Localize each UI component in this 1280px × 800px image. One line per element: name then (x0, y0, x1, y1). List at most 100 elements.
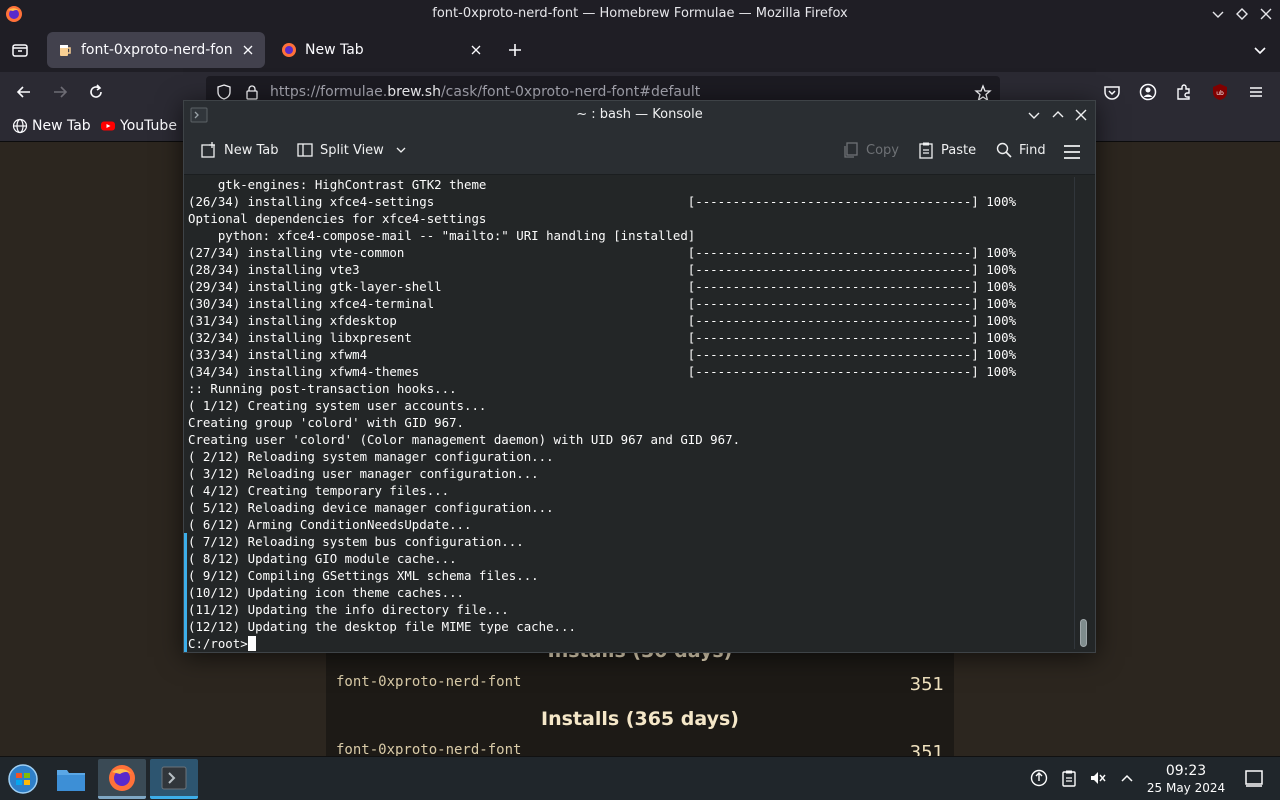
lock-icon[interactable] (244, 84, 260, 100)
extensions-puzzle-icon[interactable] (1174, 82, 1194, 102)
bookmark-new-tab[interactable]: New Tab (12, 118, 91, 134)
tracking-shield-icon[interactable] (216, 84, 232, 100)
terminal-line: ( 7/12) Reloading system bus configurati… (188, 534, 524, 549)
terminal-line: (26/34) installing xfce4-settings [-----… (188, 194, 1017, 209)
clock-date[interactable]: 25 May 2024 (1140, 781, 1232, 795)
folder-icon (55, 764, 87, 794)
terminal-line: (34/34) installing xfwm4-themes [-------… (188, 364, 1017, 379)
find-label: Find (1019, 142, 1046, 158)
terminal-line: ( 5/12) Reloading device manager configu… (188, 500, 554, 515)
copy-button[interactable]: Copy (842, 141, 899, 159)
account-icon[interactable] (1138, 82, 1158, 102)
volume-muted-icon[interactable] (1089, 769, 1107, 787)
paste-icon (917, 141, 935, 159)
scrollbar-thumb[interactable] (1080, 619, 1087, 647)
konsole-window[interactable]: ~ : bash — Konsole New Tab Split View Co… (183, 100, 1096, 653)
prompt-text: C:/root> (188, 636, 248, 651)
taskbar-konsole[interactable] (150, 759, 198, 799)
tab-homebrew[interactable]: font-0xproto-nerd-font — Homebrew Formul… (47, 32, 265, 68)
text-cursor (247, 636, 256, 651)
tab-label: New Tab (305, 42, 364, 58)
paste-label: Paste (941, 142, 977, 158)
window-title: font-0xproto-nerd-font — Homebrew Formul… (432, 6, 848, 21)
back-arrow-icon[interactable] (14, 82, 34, 102)
reload-icon[interactable] (86, 82, 106, 102)
minimize-icon[interactable] (1026, 107, 1042, 123)
taskbar-file-manager[interactable] (48, 759, 94, 799)
firefox-titlebar: font-0xproto-nerd-font — Homebrew Formul… (0, 0, 1280, 28)
taskbar: 09:23 25 May 2024 (0, 756, 1280, 800)
split-view-icon (296, 141, 314, 159)
clock-time[interactable]: 09:23 (1146, 763, 1226, 779)
copy-icon (842, 141, 860, 159)
terminal-line: ( 4/12) Creating temporary files... (188, 483, 450, 498)
url-text[interactable]: https://formulae.brew.sh/cask/font-0xpro… (270, 84, 700, 100)
new-tab-plus-icon[interactable] (505, 40, 525, 60)
bookmark-youtube[interactable]: YouTube (100, 118, 177, 134)
copy-label: Copy (866, 142, 899, 158)
konsole-titlebar[interactable]: ~ : bash — Konsole (184, 101, 1095, 129)
terminal-output: gtk-engines: HighContrast GTK2 theme (26/… (188, 176, 1016, 652)
firefox-icon (281, 42, 297, 58)
terminal-line: ( 1/12) Creating system user accounts... (188, 398, 487, 413)
close-window-icon[interactable] (1073, 107, 1089, 123)
update-notifier-icon[interactable] (1030, 769, 1048, 787)
terminal-line: python: xfce4-compose-mail -- "mailto:" … (188, 228, 696, 243)
new-tab-icon (200, 141, 218, 159)
minimize-icon[interactable] (1210, 6, 1226, 22)
installs-30-row: font-0xproto-nerd-font 351 (336, 674, 944, 696)
taskbar-firefox[interactable] (98, 759, 146, 799)
formula-link[interactable]: font-0xproto-nerd-font (336, 674, 521, 690)
maximize-icon[interactable] (1234, 6, 1250, 22)
close-window-icon[interactable] (1258, 6, 1274, 22)
globe-icon (12, 118, 28, 134)
new-tab-button[interactable]: New Tab (200, 141, 279, 159)
selection-marker (184, 533, 187, 652)
tab-strip: font-0xproto-nerd-font — Homebrew Formul… (0, 28, 1280, 72)
bookmark-label: YouTube (120, 118, 177, 134)
terminal-area[interactable]: gtk-engines: HighContrast GTK2 theme (26/… (184, 175, 1095, 652)
url-suffix: /cask/font-0xproto-nerd-font#default (440, 84, 701, 100)
search-icon (995, 141, 1013, 159)
terminal-line: Creating user 'colord' (Color management… (188, 432, 741, 447)
terminal-line: Optional dependencies for xfce4-settings (188, 211, 487, 226)
terminal-line: (10/12) Updating icon theme caches... (188, 585, 465, 600)
close-tab-icon[interactable] (241, 43, 255, 57)
ublock-origin-icon[interactable]: ub (1210, 82, 1230, 102)
terminal-line: (11/12) Updating the info directory file… (188, 602, 509, 617)
new-tab-label: New Tab (224, 142, 279, 158)
clipboard-icon[interactable] (1060, 769, 1078, 787)
terminal-line: (30/34) installing xfce4-terminal [-----… (188, 296, 1017, 311)
split-view-button[interactable]: Split View (296, 141, 408, 159)
install-count: 351 (909, 674, 944, 695)
start-menu-button[interactable] (0, 759, 46, 799)
close-tab-icon[interactable] (469, 43, 483, 57)
bookmark-label: New Tab (32, 118, 91, 134)
konsole-title: ~ : bash — Konsole (576, 107, 703, 122)
terminal-line: ( 6/12) Arming ConditionNeedsUpdate... (188, 517, 472, 532)
hamburger-menu-icon[interactable] (1246, 82, 1266, 102)
maximize-icon[interactable] (1050, 107, 1066, 123)
chevron-down-icon[interactable] (394, 143, 408, 157)
forward-arrow-icon[interactable] (50, 82, 70, 102)
pocket-icon[interactable] (1102, 82, 1122, 102)
tab-new-tab[interactable]: New Tab (271, 32, 493, 68)
terminal-line: ( 3/12) Reloading user manager configura… (188, 466, 539, 481)
terminal-line: ( 9/12) Compiling GSettings XML schema f… (188, 568, 539, 583)
firefox-view-icon[interactable] (10, 40, 30, 60)
installs-365-heading: Installs (365 days) (541, 708, 739, 730)
url-domain: brew.sh (387, 84, 441, 100)
paste-button[interactable]: Paste (917, 141, 976, 159)
start-orb-icon (7, 763, 39, 795)
terminal-line: gtk-engines: HighContrast GTK2 theme (188, 177, 487, 192)
scrollbar-track[interactable] (1074, 177, 1075, 649)
find-button[interactable]: Find (995, 141, 1046, 159)
terminal-line: (27/34) installing vte-common [---------… (188, 245, 1017, 260)
list-tabs-chevron-icon[interactable] (1250, 40, 1270, 60)
chevron-up-icon[interactable] (1118, 769, 1136, 787)
konsole-toolbar: New Tab Split View Copy Paste Find (184, 129, 1095, 175)
terminal-prompt[interactable]: C:/root> (188, 635, 1016, 652)
svg-text:ub: ub (1216, 90, 1224, 97)
show-desktop-icon[interactable] (1244, 768, 1264, 788)
hamburger-menu-icon[interactable] (1062, 143, 1082, 161)
